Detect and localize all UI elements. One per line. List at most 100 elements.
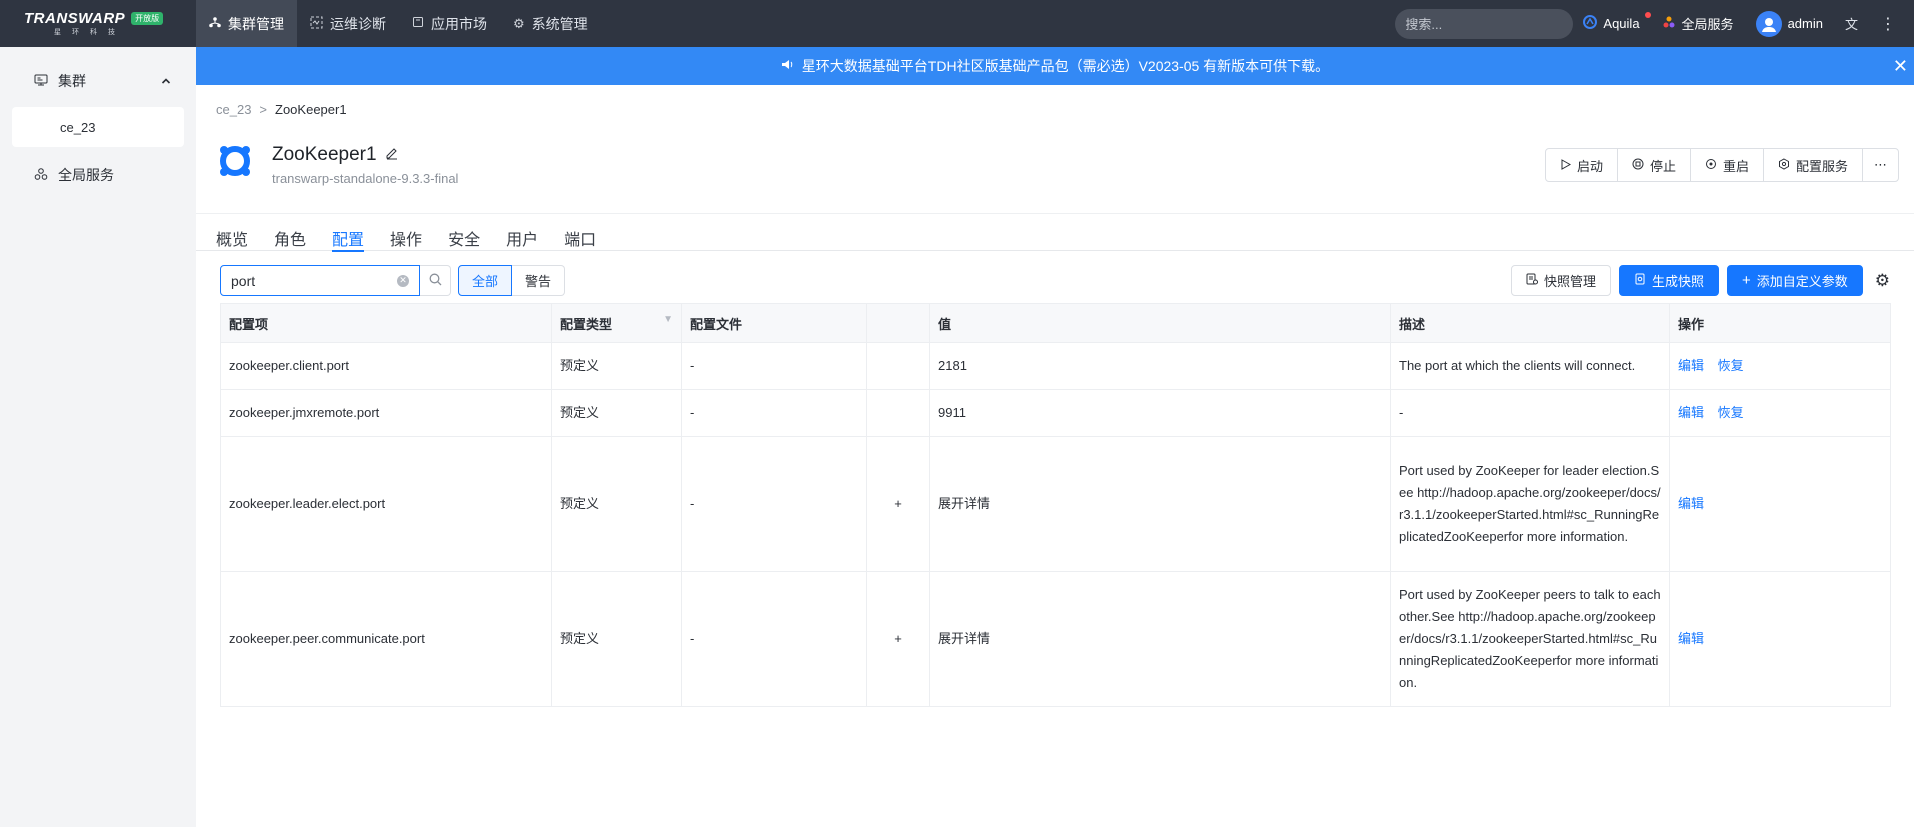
configure-label: 配置服务	[1795, 158, 1848, 174]
tab-configuration[interactable]: 配置	[332, 214, 365, 252]
global-services-button[interactable]: 全局服务	[1662, 14, 1734, 33]
tab-roles[interactable]: 角色	[274, 214, 306, 252]
generate-snapshot-label: 生成快照	[1651, 274, 1704, 289]
nav-ops-diagnosis[interactable]: 运维诊断	[297, 0, 399, 47]
service-actions: 启动 停止 重启 配置服务 ⋯	[1544, 148, 1899, 182]
zookeeper-icon	[216, 142, 254, 180]
logo-subtitle: 星环科技	[54, 29, 126, 36]
page-title: ZooKeeper1	[272, 144, 399, 166]
more-vertical-icon: ⋮	[1880, 15, 1896, 33]
filter-warning-button[interactable]: 警告	[512, 265, 566, 296]
filter-icon[interactable]: ▼	[663, 314, 673, 325]
edit-link[interactable]: 编辑	[1678, 496, 1704, 511]
cell-file: -	[681, 436, 867, 572]
restart-button[interactable]: 重启	[1691, 149, 1764, 181]
banner-text: 星环大数据基础平台TDH社区版基础产品包（需必选）V2023-05 有新版本可供…	[801, 58, 1330, 74]
sidebar-group-label: 集群	[58, 73, 86, 89]
cell-file: -	[681, 389, 867, 437]
stop-button[interactable]: 停止	[1618, 149, 1691, 181]
aquila-button[interactable]: Aquila	[1583, 12, 1652, 32]
cell-desc: The port at which the clients will conne…	[1390, 342, 1670, 390]
announcement-icon	[781, 58, 794, 74]
user-menu[interactable]: admin	[1755, 10, 1823, 37]
config-search-input[interactable]	[231, 272, 381, 289]
table-header-row: 配置项 配置类型 ▼ 配置文件 值 描述 操作	[220, 303, 1891, 343]
breadcrumb-parent[interactable]: ce_23	[216, 102, 251, 117]
logo-badge: 开放版	[131, 12, 164, 25]
tab-bar: 概览 角色 配置 操作 安全 用户 端口	[196, 213, 1914, 252]
clear-icon[interactable]: ✕	[397, 274, 409, 287]
cell-item: zookeeper.client.port	[220, 342, 552, 390]
plus-icon: +	[1741, 272, 1751, 289]
tab-users[interactable]: 用户	[506, 214, 538, 252]
col-header-value: 值	[929, 303, 1391, 343]
cluster-icon	[209, 16, 221, 31]
sidebar-group-cluster[interactable]: 集群	[0, 59, 196, 103]
diagnose-icon	[310, 16, 323, 32]
nav-system-management[interactable]: ⚙ 系统管理	[500, 0, 601, 47]
cell-ops: 编辑	[1669, 436, 1891, 572]
filter-all-button[interactable]: 全部	[458, 265, 513, 296]
table-row: zookeeper.jmxremote.port 预定义 - 9911 - 编辑…	[220, 389, 1891, 437]
start-label: 启动	[1576, 158, 1603, 174]
table-row: zookeeper.leader.elect.port 预定义 - + 展开详情…	[220, 436, 1891, 572]
start-button[interactable]: 启动	[1546, 149, 1618, 181]
gear-icon[interactable]: ⚙	[1875, 271, 1890, 291]
global-search-input[interactable]: 搜索...	[1395, 8, 1574, 39]
chevron-up-icon	[161, 73, 171, 89]
cell-type: 预定义	[551, 342, 682, 390]
snapshot-manage-button[interactable]: 快照管理	[1510, 265, 1611, 296]
more-menu-button[interactable]: ⋮	[1880, 14, 1896, 34]
more-actions-button[interactable]: ⋯	[1863, 149, 1898, 181]
col-header-type-label: 配置类型	[560, 316, 613, 332]
nav-cluster-management[interactable]: 集群管理	[196, 0, 297, 47]
edit-link[interactable]: 编辑	[1678, 358, 1704, 373]
filter-row: ✕ 全部 警告	[220, 265, 566, 296]
cell-expand	[866, 342, 930, 390]
col-header-item: 配置项	[220, 303, 552, 343]
breadcrumb: ce_23 > ZooKeeper1	[216, 102, 347, 117]
table-row: zookeeper.peer.communicate.port 预定义 - + …	[220, 571, 1891, 707]
language-button[interactable]: 文	[1845, 14, 1858, 33]
cell-ops: 编辑	[1669, 571, 1891, 707]
add-custom-param-button[interactable]: + 添加自定义参数	[1726, 265, 1863, 296]
cell-ops: 编辑 恢复	[1669, 389, 1891, 437]
logo-text: TRANSWARP	[24, 10, 126, 27]
nav-app-market[interactable]: 应用市场	[399, 0, 500, 47]
translate-icon: 文	[1844, 17, 1858, 32]
edit-link[interactable]: 编辑	[1678, 405, 1704, 420]
cell-desc: Port used by ZooKeeper peers to talk to …	[1390, 571, 1670, 707]
stop-label: 停止	[1649, 158, 1676, 174]
sidebar-item-ce23[interactable]: ce_23	[12, 107, 184, 147]
configure-service-button[interactable]: 配置服务	[1764, 149, 1863, 181]
more-horizontal-icon: ⋯	[1874, 157, 1887, 172]
cell-ops: 编辑 恢复	[1669, 342, 1891, 390]
expand-button[interactable]: +	[866, 436, 930, 572]
search-button[interactable]	[420, 265, 451, 296]
filter-segment: 全部 警告	[458, 265, 566, 296]
expand-button[interactable]: +	[866, 571, 930, 707]
restart-icon	[1705, 158, 1717, 173]
edit-link[interactable]: 编辑	[1678, 631, 1704, 646]
cell-value[interactable]: 展开详情	[929, 436, 1391, 572]
cluster-group-icon	[34, 73, 48, 90]
toolbar-actions: 快照管理 生成快照 + 添加自定义参数 ⚙	[1510, 265, 1890, 296]
restore-link[interactable]: 恢复	[1718, 358, 1744, 373]
cell-type: 预定义	[551, 436, 682, 572]
edit-icon[interactable]	[385, 144, 399, 166]
nav-label: 系统管理	[531, 15, 588, 32]
settings-icon: ⚙	[513, 15, 525, 31]
stop-icon	[1632, 158, 1644, 173]
generate-snapshot-button[interactable]: 生成快照	[1618, 265, 1719, 296]
cell-desc: -	[1390, 389, 1670, 437]
logo[interactable]: TRANSWARP 开放版 星环科技	[0, 0, 196, 47]
tab-security[interactable]: 安全	[448, 214, 480, 252]
restore-link[interactable]: 恢复	[1718, 405, 1744, 420]
tab-overview[interactable]: 概览	[216, 214, 248, 252]
col-header-expand	[866, 303, 930, 343]
close-icon[interactable]: ✕	[1893, 56, 1908, 77]
sidebar-item-global-services[interactable]: 全局服务	[0, 155, 196, 195]
tab-operations[interactable]: 操作	[390, 214, 422, 252]
tab-ports[interactable]: 端口	[564, 214, 596, 252]
cell-value[interactable]: 展开详情	[929, 571, 1391, 707]
